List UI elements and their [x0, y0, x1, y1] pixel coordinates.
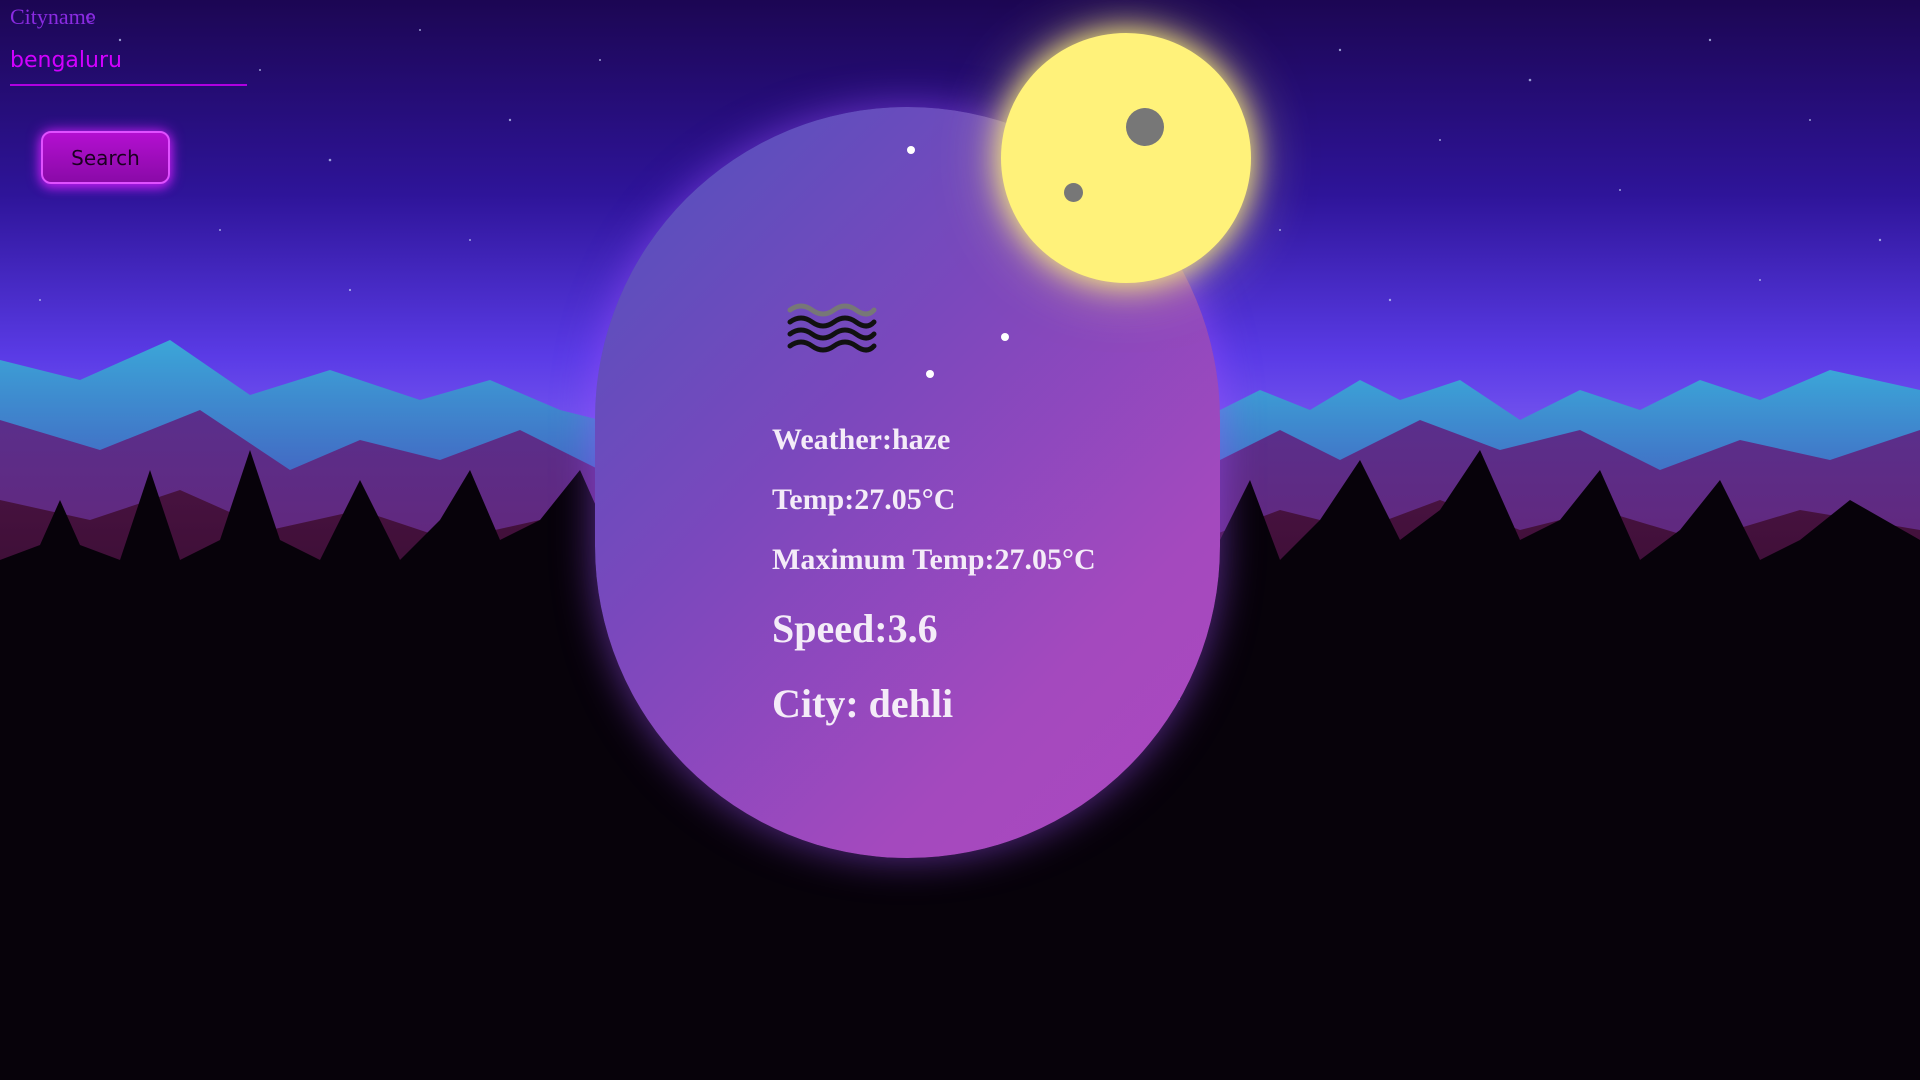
star-dot	[907, 146, 915, 154]
wind-speed: Speed:3.6	[772, 606, 938, 651]
city-search-input[interactable]	[10, 36, 247, 86]
search-button[interactable]: Search	[41, 131, 170, 184]
star-dot	[926, 370, 934, 378]
moon-crater	[1064, 183, 1083, 202]
moon-crater	[1126, 108, 1164, 146]
haze-icon	[787, 303, 877, 353]
weather-app: Cityname Search Weather:haze Temp:27.05°…	[0, 0, 1920, 1080]
temperature: Temp:27.05°C	[772, 483, 956, 516]
maximum-temperature: Maximum Temp:27.05°C	[772, 543, 1096, 576]
moon-icon	[1001, 33, 1251, 283]
weather-condition: Weather:haze	[772, 423, 951, 456]
city-name: City: dehli	[772, 681, 954, 726]
city-name-label: Cityname	[10, 4, 96, 29]
star-dot	[1001, 333, 1009, 341]
label-dot-icon	[86, 13, 95, 22]
